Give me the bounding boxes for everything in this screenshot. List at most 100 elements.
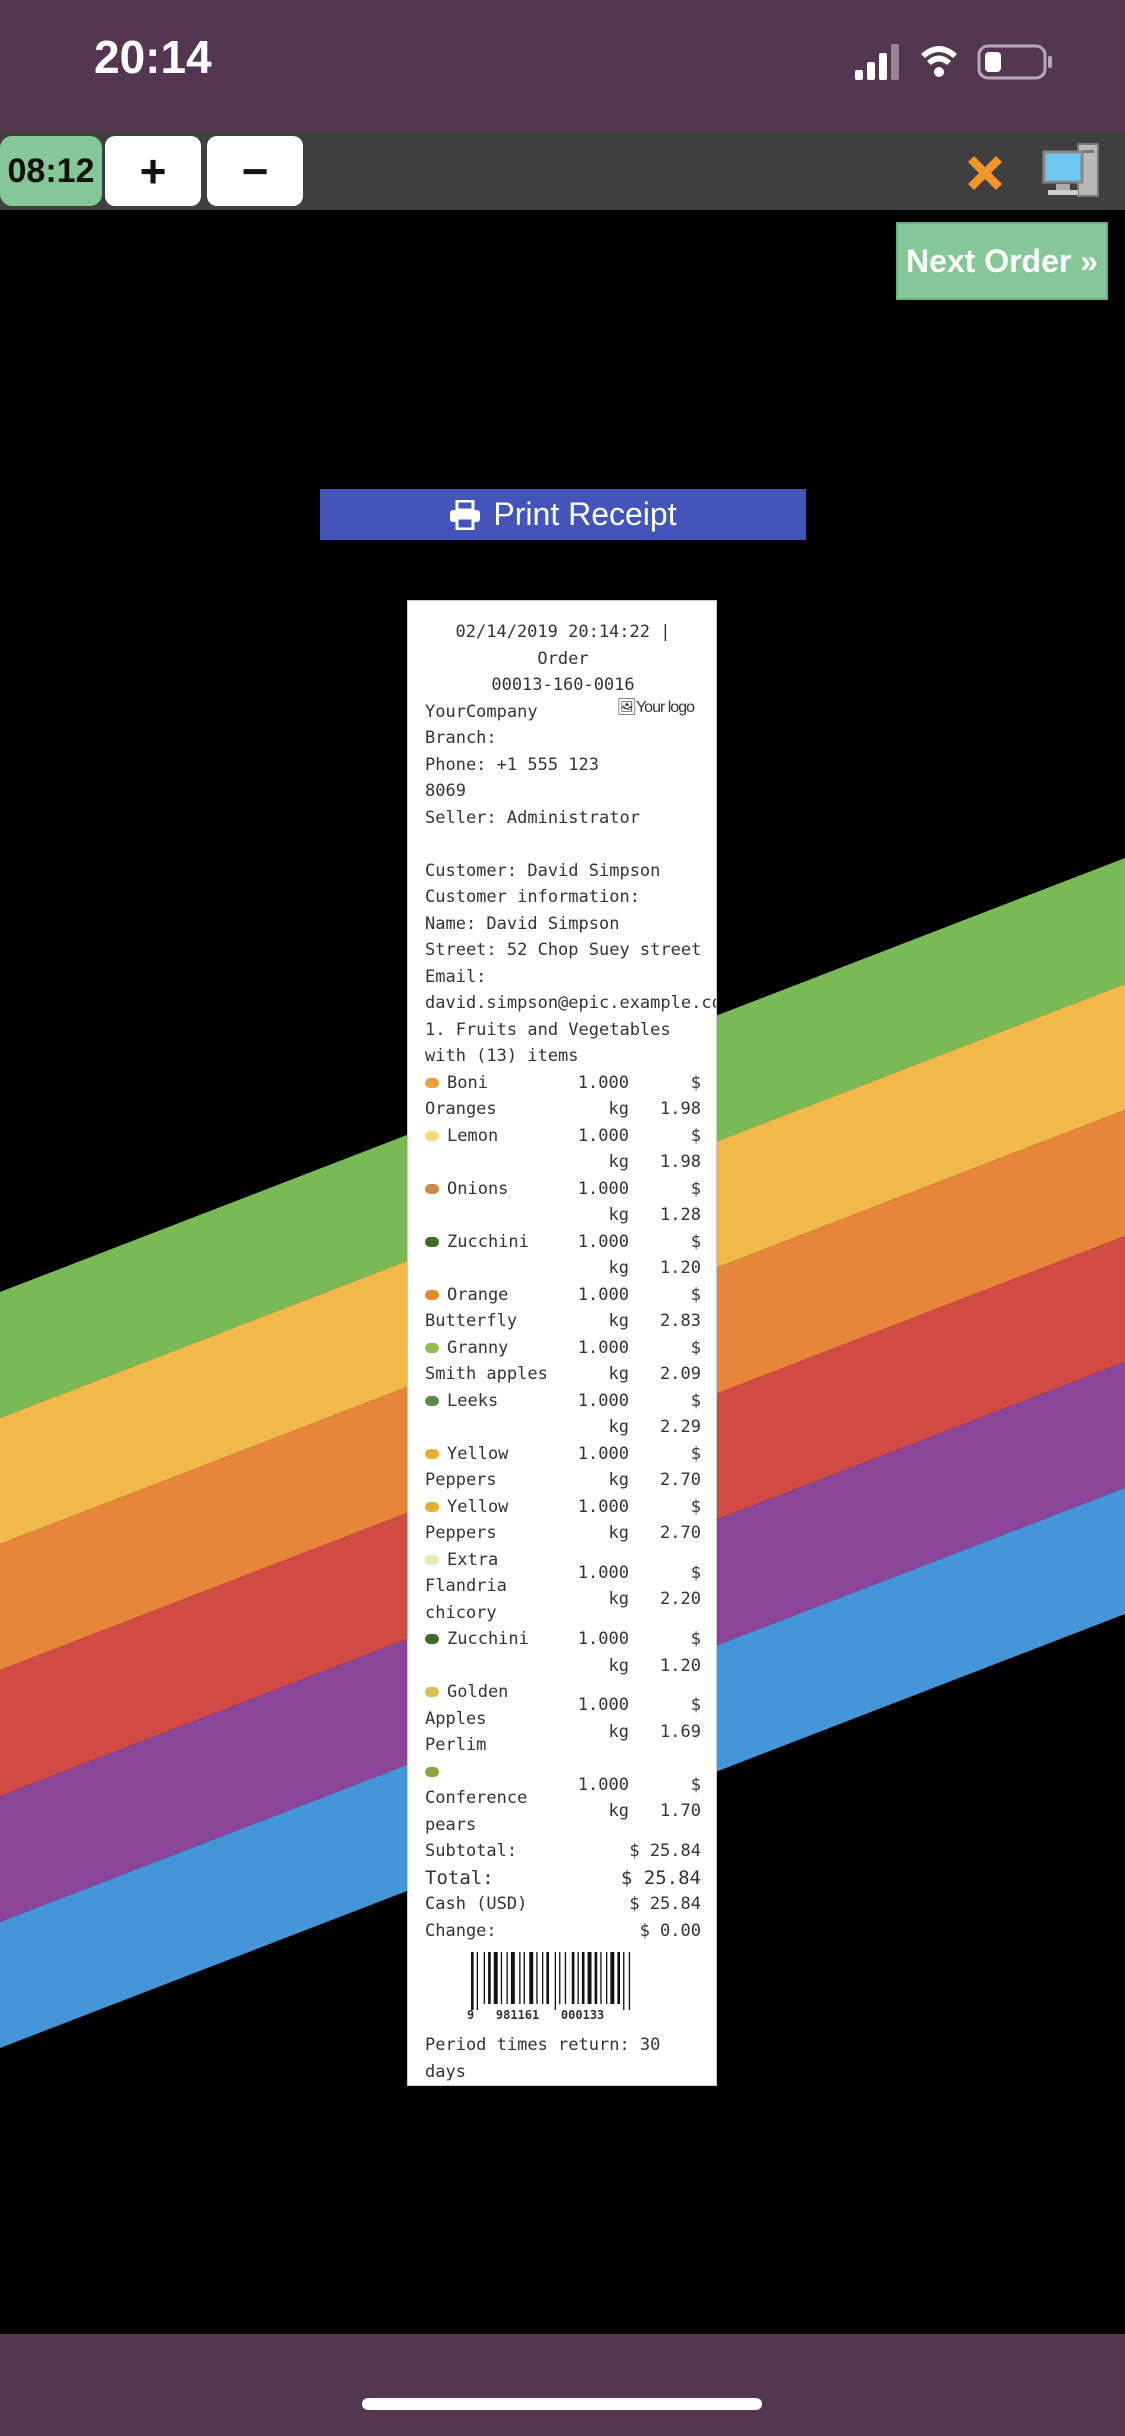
item-name: Zucchini xyxy=(425,1229,565,1282)
seller-line: Seller: Administrator xyxy=(425,807,640,828)
item-qty-unit: kg xyxy=(608,1258,629,1278)
status-bar: 20:14 xyxy=(0,0,1125,132)
product-thumbnail-icon xyxy=(425,1183,439,1194)
subtotal-value: $ 25.84 xyxy=(629,1841,701,1861)
item-name-line2: Peppers xyxy=(425,1523,497,1543)
item-price: $1.70 xyxy=(629,1772,701,1825)
item-price-value: 1.20 xyxy=(660,1258,701,1278)
receipt-header-line2: 00013-160-0016 xyxy=(491,675,635,695)
product-thumbnail-icon xyxy=(425,1395,439,1406)
item-price-value: 2.20 xyxy=(660,1589,701,1609)
item-quantity: 1.000 kg xyxy=(565,1494,629,1547)
plus-icon: + xyxy=(139,145,167,197)
item-qty-value: 1.000 xyxy=(577,1443,629,1464)
receipt-header-line1: 02/14/2019 20:14:22 | Order xyxy=(455,622,671,669)
item-name-line1: Yellow xyxy=(447,1443,509,1464)
barcode-bar xyxy=(471,1952,474,2010)
item-price-value: 2.29 xyxy=(660,1417,701,1437)
item-qty-unit: kg xyxy=(608,1417,629,1437)
product-thumbnail-icon xyxy=(425,1289,439,1300)
zoom-out-button[interactable]: − xyxy=(207,136,303,206)
barcode-bar xyxy=(542,1952,544,2004)
customer-info-line: Customer information: xyxy=(425,887,640,907)
barcode-bar xyxy=(500,1952,503,2004)
product-thumbnail-icon xyxy=(425,1634,439,1644)
close-icon[interactable] xyxy=(962,150,1008,196)
print-receipt-button[interactable]: Print Receipt xyxy=(320,489,806,540)
item-name-line2: Flandria xyxy=(425,1576,507,1596)
timer-badge[interactable]: 08:12 xyxy=(0,136,102,206)
item-qty-value: 1.000 xyxy=(577,1629,629,1649)
product-thumbnail-icon xyxy=(425,1554,439,1565)
item-name-line2 xyxy=(425,1255,565,1282)
item-price-value: 2.70 xyxy=(660,1470,701,1490)
item-quantity: 1.000 kg xyxy=(565,1229,629,1282)
product-thumbnail-icon xyxy=(425,1687,439,1697)
item-quantity: 1.000 kg xyxy=(565,1441,629,1494)
item-qty-unit: kg xyxy=(608,1655,629,1676)
return-policy-line1: Period times return: 30 xyxy=(425,2035,661,2055)
item-quantity: 1.000 kg xyxy=(565,1692,629,1745)
product-thumbnail-icon xyxy=(425,1130,439,1141)
barcode-bar xyxy=(510,1952,515,2004)
item-name-line1: Extra xyxy=(447,1549,499,1570)
computer-icon[interactable] xyxy=(1042,140,1102,202)
item-name: Granny Smith apples xyxy=(425,1335,565,1388)
barcode-bar xyxy=(554,1952,556,2010)
item-currency: $ xyxy=(690,1231,701,1252)
total-label: Total: xyxy=(425,1866,494,1889)
item-qty-unit: kg xyxy=(608,1099,629,1119)
item-price: $1.98 xyxy=(629,1123,701,1176)
cash-value: $ 25.84 xyxy=(629,1894,701,1914)
item-name-line2: Smith apples xyxy=(425,1364,548,1384)
receipt-item-row: Golden Apples Perlim 1.000 kg $1.69 xyxy=(425,1679,701,1759)
barcode-bar xyxy=(476,1952,478,2010)
item-name-line1: Orange xyxy=(447,1284,509,1305)
item-quantity: 1.000 kg xyxy=(565,1123,629,1176)
receipt-item-row: Zucchini 1.000 kg $1.20 xyxy=(425,1229,701,1282)
branch-line: Branch: xyxy=(425,728,497,748)
printer-icon xyxy=(450,499,481,530)
status-icons xyxy=(855,44,1052,80)
item-price-value: 1.69 xyxy=(660,1721,701,1742)
item-currency: $ xyxy=(690,1125,701,1146)
item-currency: $ xyxy=(690,1629,701,1649)
item-name: Conference pears xyxy=(425,1759,565,1839)
item-currency: $ xyxy=(690,1695,701,1715)
barcode-bar xyxy=(594,1952,598,2004)
product-thumbnail-icon xyxy=(425,1342,439,1353)
item-price: $1.69 xyxy=(629,1692,701,1745)
item-price: $2.09 xyxy=(629,1335,701,1388)
barcode-bar xyxy=(519,1952,521,2004)
item-price: $1.20 xyxy=(629,1229,701,1282)
item-currency: $ xyxy=(690,1496,701,1517)
item-price-value: 2.09 xyxy=(660,1364,701,1384)
item-name-line2 xyxy=(425,1202,565,1229)
subtotal-label: Subtotal: xyxy=(425,1841,518,1861)
barcode-bar xyxy=(581,1952,585,2004)
item-qty-unit: kg xyxy=(608,1205,629,1225)
item-price-value: 1.20 xyxy=(660,1655,701,1676)
phone-line1: Phone: +1 555 123 xyxy=(425,754,599,775)
item-name: Onions xyxy=(425,1176,565,1229)
barcode-bar xyxy=(617,1952,620,2004)
zoom-in-button[interactable]: + xyxy=(105,136,201,206)
item-name: Golden Apples Perlim xyxy=(425,1679,565,1759)
item-price: $2.70 xyxy=(629,1441,701,1494)
change-label: Change: xyxy=(425,1920,497,1941)
item-name-line1: Yellow xyxy=(447,1496,509,1517)
barcode-bar xyxy=(493,1952,498,2004)
item-quantity: 1.000 kg xyxy=(565,1388,629,1441)
item-currency: $ xyxy=(690,1390,701,1411)
item-name-line1: Lemon xyxy=(447,1125,499,1146)
home-indicator[interactable] xyxy=(362,2398,762,2410)
item-name-line1: Golden xyxy=(447,1682,509,1702)
next-order-button[interactable]: Next Order » xyxy=(896,222,1108,300)
item-currency: $ xyxy=(690,1072,701,1093)
item-name-line1: Zucchini xyxy=(447,1231,529,1252)
item-quantity: 1.000 kg xyxy=(565,1335,629,1388)
receipt-item-row: Conference pears 1.000 kg $1.70 xyxy=(425,1759,701,1839)
item-qty-unit: kg xyxy=(608,1364,629,1384)
product-thumbnail-icon xyxy=(425,1077,439,1088)
category-line1: 1. Fruits and Vegetables xyxy=(425,1019,671,1040)
